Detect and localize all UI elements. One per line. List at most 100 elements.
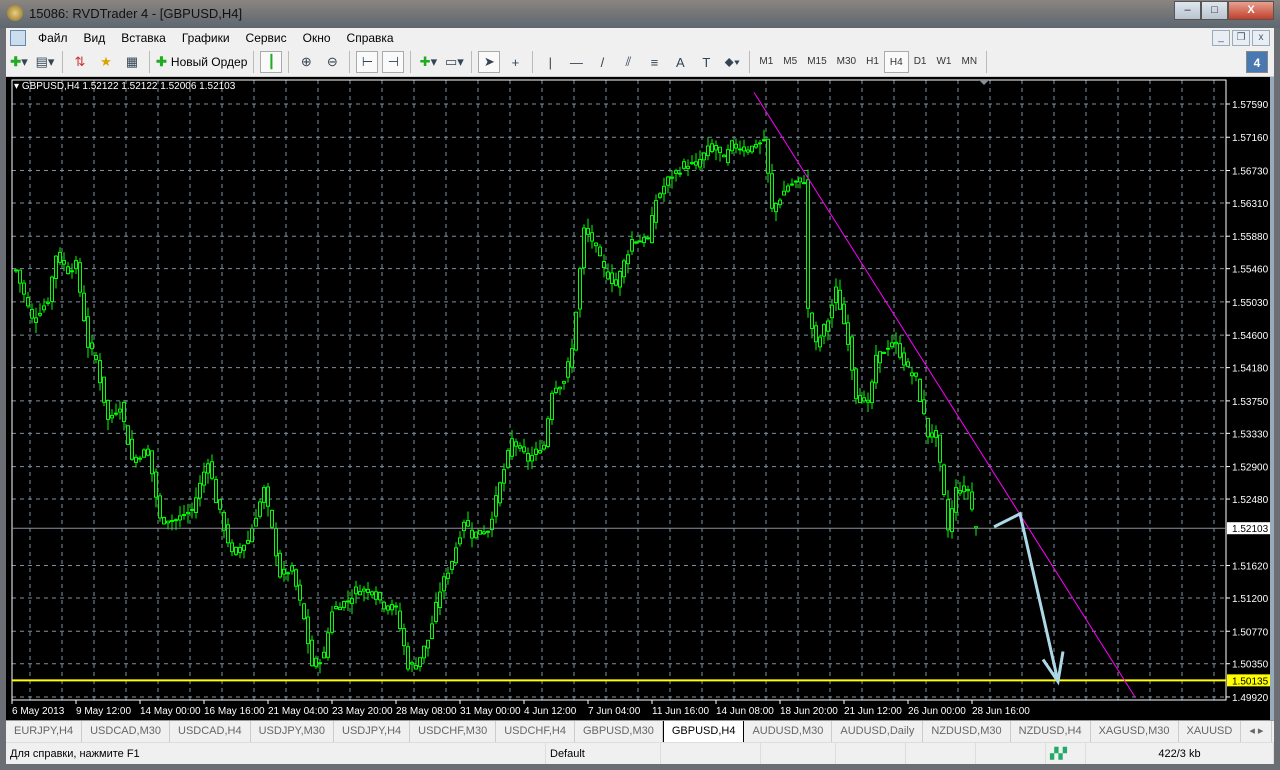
chart-tab[interactable]: NZDUSD,H4 xyxy=(1011,721,1091,742)
equidistant-channel-icon[interactable]: ⫽ xyxy=(617,51,639,73)
candle-body xyxy=(194,497,198,514)
maximize-button[interactable]: □ xyxy=(1201,1,1228,20)
chart-tab[interactable]: NZDUSD,M30 xyxy=(923,721,1011,742)
candlestick-chart-button[interactable]: ┃ xyxy=(260,51,283,73)
price-chart[interactable]: 1.57590 1.57160 1.56730 1.56310 1.55880 1.554… xyxy=(6,77,1274,720)
notification-badge[interactable]: 4 xyxy=(1246,51,1268,73)
candle-body xyxy=(214,479,218,504)
candle-body xyxy=(590,232,594,242)
chart-tab[interactable]: USDJPY,H4 xyxy=(334,721,411,742)
horizontal-line-icon[interactable]: — xyxy=(565,51,587,73)
candle-body xyxy=(154,471,158,498)
chart-tab[interactable]: EURJPY,H4 xyxy=(6,721,83,742)
templates-button[interactable]: ▭▾ xyxy=(443,51,465,73)
profiles-button[interactable]: ▤▾ xyxy=(34,51,56,73)
candle-body xyxy=(166,520,170,524)
mdi-restore-button[interactable]: ❐ xyxy=(1232,30,1250,46)
arrows-icon[interactable]: ⬥▾ xyxy=(721,51,743,73)
candle-body xyxy=(630,239,634,252)
candle-body xyxy=(230,542,234,553)
timeframe-m5[interactable]: M5 xyxy=(778,51,802,73)
candle-body xyxy=(418,657,422,668)
menu-tools[interactable]: Сервис xyxy=(238,31,295,45)
candle-body xyxy=(498,482,502,504)
vertical-line-icon[interactable]: | xyxy=(539,51,561,73)
chart-tab[interactable]: XAGUSD,M30 xyxy=(1091,721,1179,742)
timeframe-d1[interactable]: D1 xyxy=(909,51,932,73)
candle-body xyxy=(906,361,910,367)
chart-window[interactable]: 1.57590 1.57160 1.56730 1.56310 1.55880 1.554… xyxy=(6,77,1274,720)
timeframe-m15[interactable]: M15 xyxy=(802,51,831,73)
mdi-minimize-button[interactable]: _ xyxy=(1212,30,1230,46)
candle-body xyxy=(570,348,574,368)
timeframe-h1[interactable]: H1 xyxy=(861,51,884,73)
chart-tab[interactable]: USDCAD,M30 xyxy=(82,721,171,742)
candle-body xyxy=(786,185,790,192)
new-chart-button[interactable]: ✚ ▾ xyxy=(8,51,30,73)
timeframe-mn[interactable]: MN xyxy=(956,51,982,73)
terminal-icon[interactable]: ▦ xyxy=(121,51,143,73)
text-icon[interactable]: A xyxy=(669,51,691,73)
candle-body xyxy=(478,529,482,535)
candle-body xyxy=(382,601,386,610)
candle-body xyxy=(710,143,714,153)
minimize-button[interactable]: ‒ xyxy=(1174,1,1201,20)
crosshair-icon[interactable]: + xyxy=(504,51,526,73)
menu-view[interactable]: Вид xyxy=(76,31,114,45)
candle-body xyxy=(854,368,858,400)
menu-insert[interactable]: Вставка xyxy=(113,31,174,45)
autoscroll-button[interactable]: ⊢ xyxy=(356,51,379,73)
x-tick-label: 14 Jun 08:00 xyxy=(716,706,774,717)
chart-tab[interactable]: USDCHF,M30 xyxy=(410,721,497,742)
chart-shift-button[interactable]: ⊣ xyxy=(382,51,405,73)
candle-body xyxy=(594,242,598,247)
trendline-icon[interactable]: / xyxy=(591,51,613,73)
menu-window[interactable]: Окно xyxy=(295,31,339,45)
timeframe-w1[interactable]: W1 xyxy=(931,51,956,73)
indicators-button[interactable]: ✚ ▾ xyxy=(417,51,439,73)
x-tick-label: 26 Jun 00:00 xyxy=(908,706,966,717)
cursor-icon[interactable]: ➤ xyxy=(478,51,501,73)
candle-body xyxy=(354,586,358,595)
chart-tab[interactable]: USDCAD,H4 xyxy=(170,721,251,742)
candle-body xyxy=(114,412,118,415)
fibonacci-icon[interactable]: ≡ xyxy=(643,51,665,73)
new-order-button[interactable]: ✚ Новый Ордер xyxy=(156,51,247,73)
menu-file[interactable]: Файл xyxy=(30,31,76,45)
zoom-in-icon[interactable]: ⊕ xyxy=(295,51,317,73)
navigator-icon[interactable]: ★ xyxy=(95,51,117,73)
menu-help[interactable]: Справка xyxy=(339,31,402,45)
timeframe-h4[interactable]: H4 xyxy=(883,51,909,73)
candle-body xyxy=(302,603,306,620)
candle-body xyxy=(670,176,674,179)
title-bar: 15086: RVDTrader 4 - [GBPUSD,H4] ‒ □ X xyxy=(0,0,1280,28)
close-button[interactable]: X xyxy=(1228,1,1274,20)
candle-body xyxy=(110,414,114,419)
market-watch-icon[interactable]: ⇅ xyxy=(69,51,91,73)
chart-tab[interactable]: USDJPY,M30 xyxy=(251,721,335,742)
candle-body xyxy=(450,561,454,570)
zoom-out-icon[interactable]: ⊖ xyxy=(321,51,343,73)
candle-body xyxy=(174,519,178,522)
chart-tab[interactable]: GBPUSD,M30 xyxy=(575,721,663,742)
timeframe-m1[interactable]: M1 xyxy=(754,51,778,73)
chart-tab[interactable]: AUDUSD,Daily xyxy=(832,721,924,742)
candle-body xyxy=(414,665,418,670)
status-bar: Для справки, нажмите F1 Default ▞▞ 422/3… xyxy=(6,742,1274,764)
chart-window-icon[interactable] xyxy=(10,30,26,46)
candle-body xyxy=(126,425,130,445)
chart-ohlc-readout: GBPUSD,H4 1.52122 1.52122 1.52006 1.5210… xyxy=(21,81,236,92)
tab-scroll-arrows[interactable]: ◂ ▸ xyxy=(1241,721,1273,742)
timeframe-m30[interactable]: M30 xyxy=(832,51,861,73)
candle-body xyxy=(390,604,394,611)
text-label-icon[interactable]: T xyxy=(695,51,717,73)
chart-tab[interactable]: GBPUSD,H4 xyxy=(662,721,745,743)
chart-tab[interactable]: AUDUSD,M30 xyxy=(744,721,833,742)
menu-charts[interactable]: Графики xyxy=(174,31,238,45)
candle-body xyxy=(714,145,718,151)
candle-body xyxy=(798,177,802,183)
chart-tab[interactable]: XAUUSD xyxy=(1179,721,1242,742)
plot-frame xyxy=(11,79,1227,701)
mdi-close-button[interactable]: x xyxy=(1252,30,1270,46)
chart-tab[interactable]: USDCHF,H4 xyxy=(496,721,575,742)
